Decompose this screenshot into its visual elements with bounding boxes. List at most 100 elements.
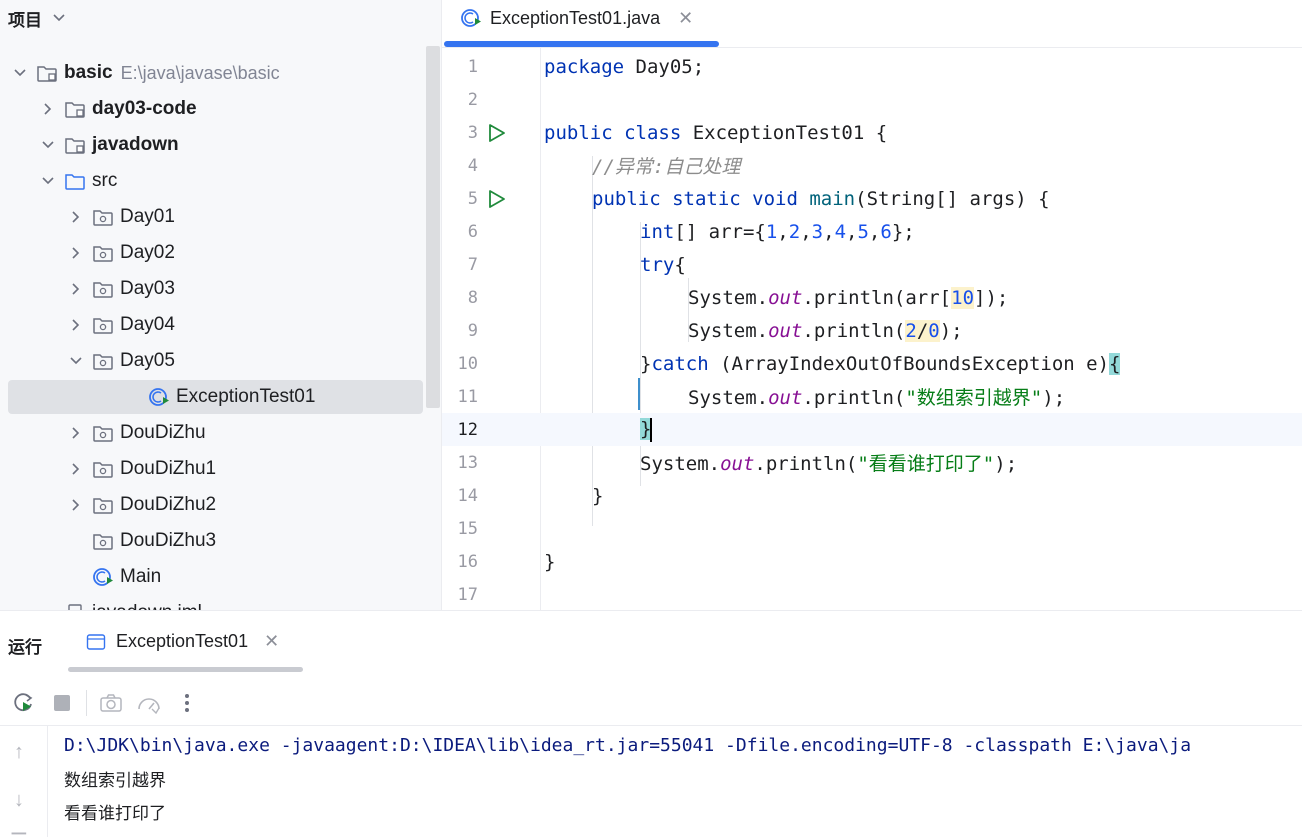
code-line[interactable]: 7 try{ <box>442 248 1302 281</box>
active-tab-indicator <box>444 41 719 47</box>
chevron-right-icon[interactable] <box>40 102 56 116</box>
code-line[interactable]: 6 int[] arr={1,2,3,4,5,6}; <box>442 215 1302 248</box>
tree-item-doudizhu3[interactable]: DouDiZhu3 <box>0 524 420 558</box>
module-folder-icon <box>36 63 58 83</box>
tree-item-javadown[interactable]: javadown <box>0 128 420 162</box>
tree-item-day03[interactable]: Day03 <box>0 272 420 306</box>
chevron-right-icon[interactable] <box>68 246 84 260</box>
line-number: 3 <box>467 122 478 143</box>
code-line[interactable]: 10 }catch (ArrayIndexOutOfBoundsExceptio… <box>442 347 1302 380</box>
console-output-line: 看看谁打印了 <box>64 804 166 824</box>
package-icon <box>92 459 114 479</box>
code-line[interactable]: 13 System.out.println("看看谁打印了"); <box>442 446 1302 479</box>
tab-exceptiontest01-java[interactable]: ExceptionTest01.java ✕ <box>460 4 693 32</box>
arrow-down-icon[interactable]: ↓ <box>9 789 29 811</box>
run-gutter-icon[interactable] <box>486 188 508 215</box>
code-line[interactable]: 14 } <box>442 479 1302 512</box>
run-header: 运行 ExceptionTest01 ✕ <box>0 611 1302 673</box>
code-editor[interactable]: 1 package Day05; 2 3 public class Except… <box>442 48 1302 610</box>
code-text: } <box>544 550 556 573</box>
line-number: 5 <box>467 188 478 209</box>
code-text: System.out.println("看看谁打印了"); <box>640 453 1018 475</box>
chevron-right-icon[interactable] <box>68 426 84 440</box>
line-number: 12 <box>457 419 478 440</box>
tree-scrollbar[interactable] <box>426 46 440 408</box>
tree-item-day05[interactable]: Day05 <box>0 344 420 378</box>
tree-item-doudizhu2[interactable]: DouDiZhu2 <box>0 488 420 522</box>
code-line[interactable]: 9 System.out.println(2/0); <box>442 314 1302 347</box>
chevron-right-icon[interactable] <box>68 318 84 332</box>
toolbar-divider <box>0 725 1302 726</box>
chevron-right-icon[interactable] <box>68 498 84 512</box>
code-line[interactable]: 3 public class ExceptionTest01 { <box>442 116 1302 149</box>
soft-wrap-icon[interactable]: ☰ <box>9 830 29 837</box>
code-line[interactable]: 1 package Day05; <box>442 50 1302 83</box>
chevron-down-icon[interactable] <box>40 176 56 186</box>
tree-item-day02[interactable]: Day02 <box>0 236 420 270</box>
chevron-down-icon[interactable] <box>12 68 28 78</box>
tree-item-basic[interactable]: basic E:\java\javase\basic <box>0 56 420 90</box>
tree-item-doudizhu1[interactable]: DouDiZhu1 <box>0 452 420 486</box>
chevron-right-icon[interactable] <box>68 282 84 296</box>
tree-item-label: javadown <box>92 134 179 155</box>
package-icon <box>92 423 114 443</box>
tree-item-label: Day05 <box>120 350 175 371</box>
line-number: 2 <box>467 89 478 110</box>
package-icon <box>92 351 114 371</box>
code-line[interactable]: 17 <box>442 578 1302 610</box>
code-line[interactable]: 16 } <box>442 545 1302 578</box>
chevron-down-icon[interactable] <box>68 356 84 366</box>
close-icon[interactable]: ✕ <box>678 8 693 29</box>
line-number: 10 <box>457 353 478 374</box>
code-line[interactable]: 2 <box>442 83 1302 116</box>
tree-item-javadown-iml[interactable]: javadown.iml <box>0 596 420 610</box>
line-number: 8 <box>467 287 478 308</box>
code-line[interactable]: 8 System.out.println(arr[10]); <box>442 281 1302 314</box>
code-text: System.out.println(2/0); <box>688 319 963 342</box>
line-number: 17 <box>457 584 478 605</box>
camera-icon[interactable] <box>97 689 125 717</box>
package-icon <box>92 315 114 335</box>
console-output[interactable]: D:\JDK\bin\java.exe -javaagent:D:\IDEA\l… <box>64 729 1302 828</box>
chevron-down-icon[interactable] <box>40 140 56 150</box>
tree-item-exceptiontest01[interactable]: ExceptionTest01 <box>8 380 423 414</box>
code-line-current[interactable]: 12 } <box>442 413 1302 446</box>
code-line[interactable]: 11 System.out.println("数组索引越界"); <box>442 380 1302 413</box>
chevron-down-icon[interactable] <box>52 8 66 28</box>
run-tab-exceptiontest01[interactable]: ExceptionTest01 ✕ <box>86 631 279 652</box>
more-icon[interactable] <box>173 689 201 717</box>
tree-item-day01[interactable]: Day01 <box>0 200 420 234</box>
editor-tab-bar: ExceptionTest01.java ✕ <box>442 0 1302 48</box>
text-caret <box>650 417 653 442</box>
line-number: 1 <box>467 56 478 77</box>
code-text: int[] arr={1,2,3,4,5,6}; <box>640 220 915 243</box>
project-view-selector[interactable]: 项目 <box>8 6 66 30</box>
chevron-right-icon[interactable] <box>68 210 84 224</box>
stop-icon[interactable] <box>48 689 76 717</box>
tree-item-src[interactable]: src <box>0 164 420 198</box>
tree-item-doudizhu[interactable]: DouDiZhu <box>0 416 420 450</box>
run-gutter-icon[interactable] <box>486 122 508 149</box>
editor-tab-label: ExceptionTest01.java <box>490 7 661 28</box>
tree-item-day03-code[interactable]: day03-code <box>0 92 420 126</box>
tree-item-day04[interactable]: Day04 <box>0 308 420 342</box>
arrow-up-icon[interactable]: ↑ <box>9 741 29 763</box>
code-text: //异常:自己处理 <box>592 156 741 178</box>
code-line[interactable]: 4 //异常:自己处理 <box>442 149 1302 182</box>
rerun-icon[interactable] <box>10 689 38 717</box>
module-folder-icon <box>64 135 86 155</box>
line-number: 14 <box>457 485 478 506</box>
code-text: } <box>592 484 604 507</box>
close-icon[interactable]: ✕ <box>264 631 279 652</box>
tree-item-main[interactable]: Main <box>0 560 420 594</box>
tree-item-label: day03-code <box>92 98 197 119</box>
tree-item-label: Main <box>120 566 162 587</box>
package-icon <box>92 279 114 299</box>
code-line[interactable]: 5 public static void main(String[] args)… <box>442 182 1302 215</box>
package-icon <box>92 531 114 551</box>
run-tab-indicator <box>68 667 303 672</box>
chevron-right-icon[interactable] <box>68 462 84 476</box>
profiler-icon[interactable] <box>135 689 163 717</box>
code-text: }catch (ArrayIndexOutOfBoundsException e… <box>640 352 1121 375</box>
code-line[interactable]: 15 <box>442 512 1302 545</box>
